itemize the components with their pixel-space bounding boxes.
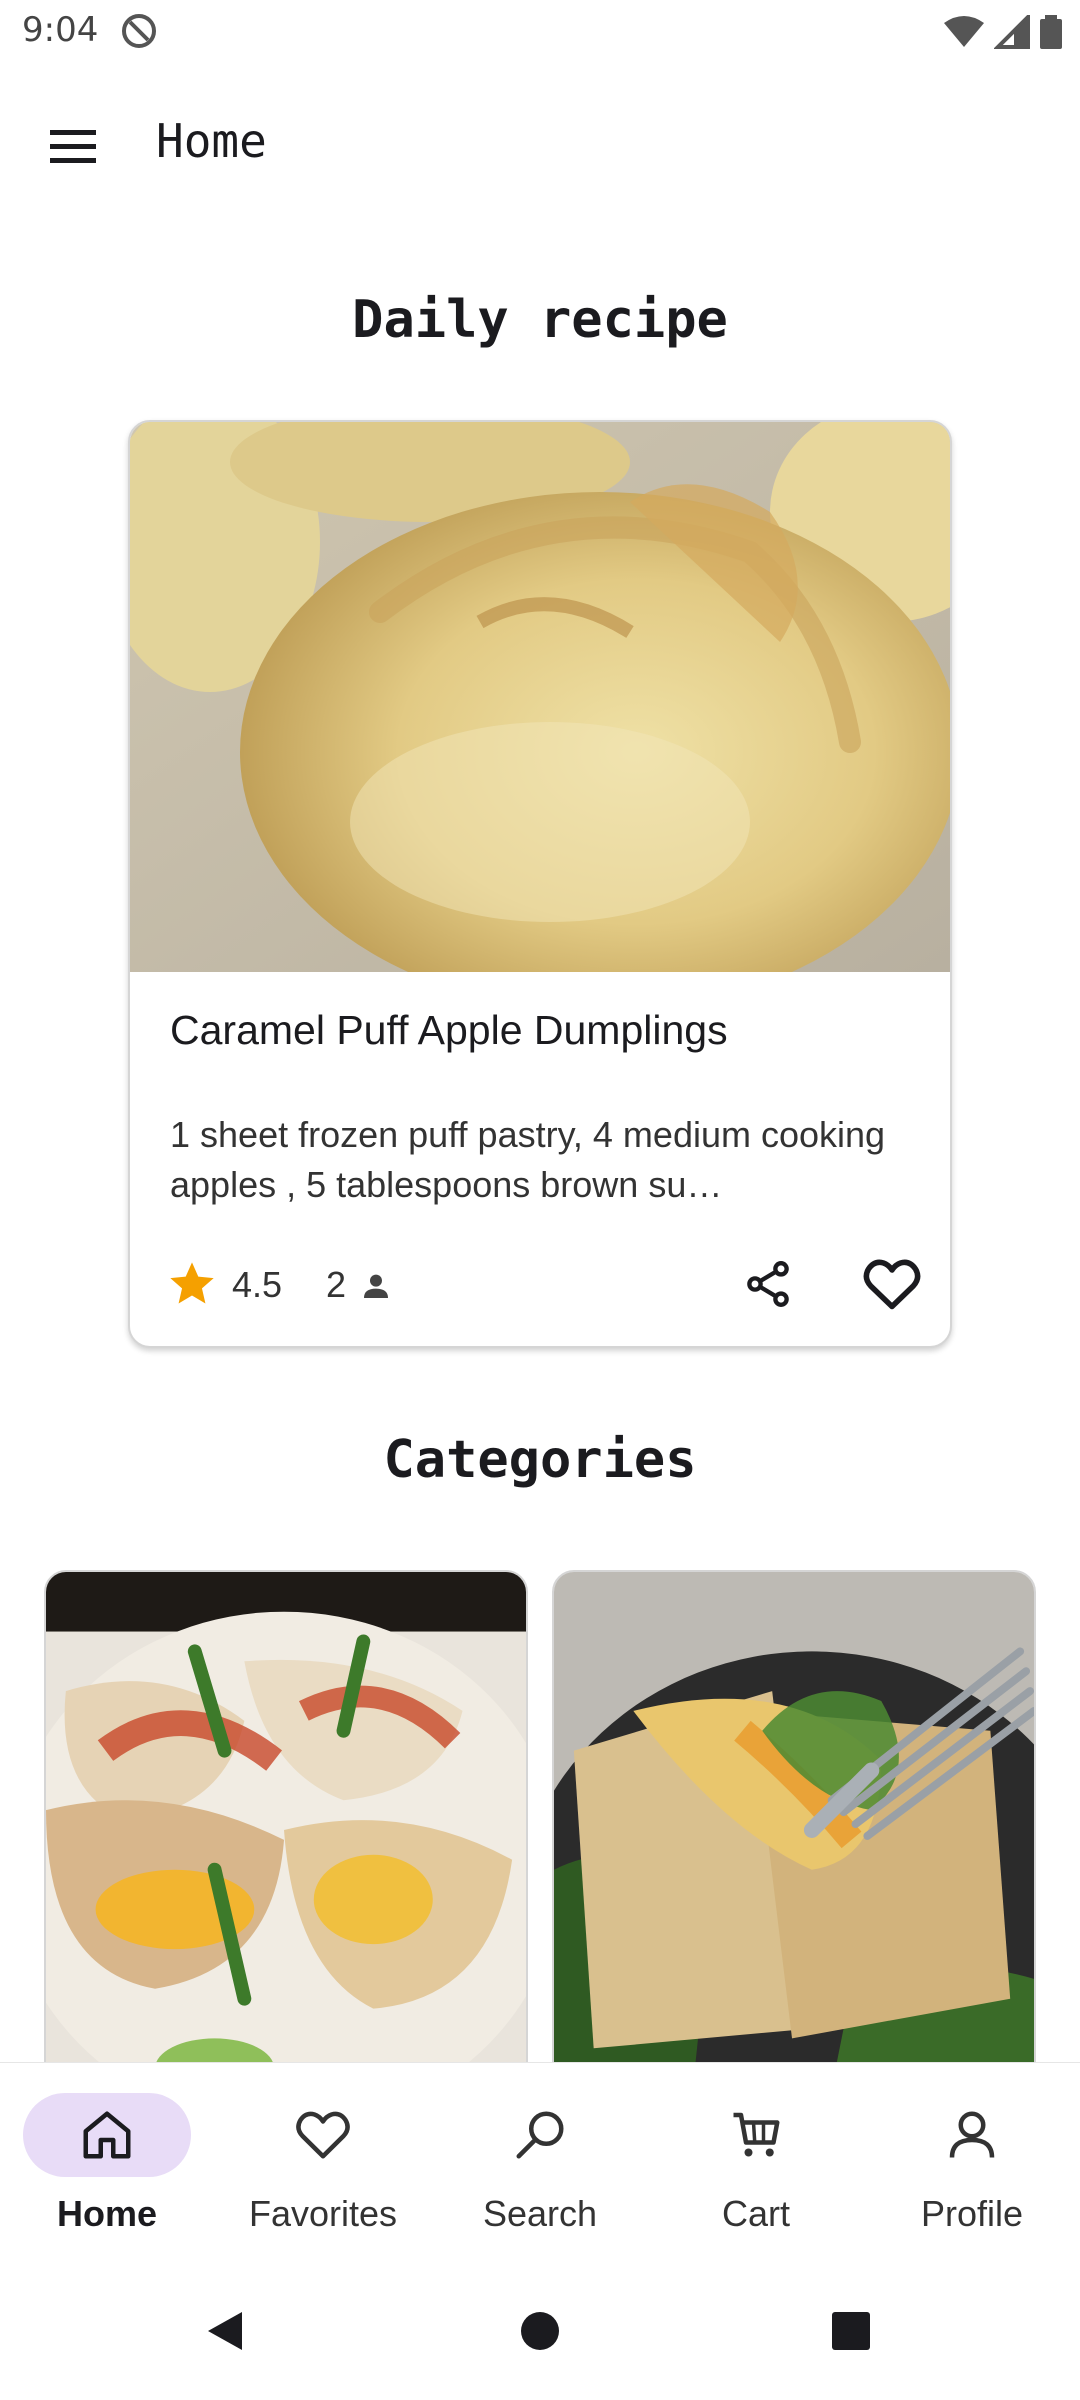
- nav-cart[interactable]: Cart: [661, 2093, 851, 2253]
- share-icon[interactable]: [742, 1258, 794, 1310]
- category-card[interactable]: [552, 1570, 1036, 2090]
- nav-label: Cart: [721, 2193, 790, 2234]
- rating-value: 4.5: [232, 1264, 283, 1305]
- top-app-bar: Home: [0, 80, 1080, 210]
- category-photo: [554, 1572, 1034, 2088]
- nav-profile[interactable]: Profile: [877, 2093, 1067, 2253]
- bottom-navigation: Home Favorites Search Cart Profile: [0, 2062, 1080, 2262]
- person-icon: [949, 2111, 995, 2158]
- back-icon[interactable]: [200, 2306, 250, 2356]
- daily-recipe-card[interactable]: Caramel Puff Apple Dumplings 1 sheet fro…: [128, 420, 952, 1348]
- cart-icon: [733, 2112, 780, 2157]
- status-time: 9:04: [22, 10, 99, 50]
- status-bar: 9:04: [0, 0, 1080, 64]
- recipe-photo: [130, 422, 950, 972]
- category-photo: [46, 1572, 526, 2088]
- nav-label: Favorites: [248, 2193, 398, 2234]
- recipe-title: Caramel Puff Apple Dumplings: [170, 1007, 728, 1053]
- category-card[interactable]: [44, 1570, 528, 2090]
- page-title: Home: [156, 114, 267, 168]
- home-icon: [83, 2111, 131, 2159]
- nav-search[interactable]: Search: [445, 2093, 635, 2253]
- nav-label: Home: [56, 2193, 158, 2234]
- person-icon: [364, 1274, 388, 1298]
- recipe-ingredients: 1 sheet frozen puff pastry, 4 medium coo…: [170, 1114, 886, 1205]
- signal-icon: [994, 15, 1030, 49]
- recipe-card-footer: 4.5 2: [130, 1252, 950, 1322]
- at-sign-icon: [122, 14, 156, 48]
- heart-icon: [296, 2111, 350, 2159]
- nav-label: Profile: [920, 2193, 1024, 2234]
- menu-icon[interactable]: [44, 120, 104, 172]
- nav-home[interactable]: Home: [12, 2093, 202, 2253]
- home-button-icon[interactable]: [515, 2306, 565, 2356]
- battery-icon: [1040, 15, 1062, 49]
- review-count: 2: [326, 1264, 347, 1305]
- wifi-icon: [944, 16, 984, 47]
- system-navigation-bar: [0, 2262, 1080, 2400]
- search-icon: [516, 2111, 564, 2159]
- favorite-heart-icon[interactable]: [862, 1256, 922, 1312]
- categories-heading: Categories: [383, 1430, 697, 1490]
- status-icons: [944, 12, 1062, 52]
- star-icon: [170, 1262, 214, 1304]
- daily-recipe-heading: Daily recipe: [352, 290, 728, 350]
- recents-icon[interactable]: [826, 2306, 876, 2356]
- nav-label: Search: [482, 2193, 598, 2234]
- nav-favorites[interactable]: Favorites: [228, 2093, 418, 2253]
